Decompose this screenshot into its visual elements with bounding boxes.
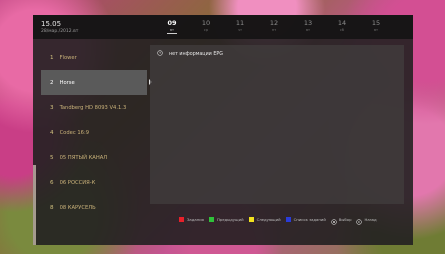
timeline-hour: 09	[167, 19, 177, 27]
timeline-hour: 10	[201, 19, 211, 27]
channel-name: 05 ПЯТЫЙ КАНАЛ	[59, 154, 108, 161]
header-bar: 15.05 28/мар./2012.вт 09 вт 10 ср 11 чт …	[33, 15, 413, 39]
timeline-day: вт	[373, 28, 379, 32]
channel-number: 5	[50, 154, 54, 161]
ok-button-icon	[331, 210, 337, 229]
channel-name: Tandberg HD 8093 V4.1.3	[59, 104, 127, 111]
color-key-legend: Задания Предыдущий Следующий Список зада…	[179, 210, 382, 229]
back-key-label: Назад	[364, 217, 377, 222]
timeline-day: ср	[203, 28, 209, 32]
channel-number: 8	[50, 204, 54, 211]
current-time: 15.05	[41, 20, 62, 28]
ok-key-hint[interactable]: Выбор	[331, 210, 352, 229]
timeline-slot-current[interactable]: 09 вт	[155, 19, 189, 34]
epg-content-area: нет информации EPG	[150, 45, 404, 204]
yellow-key-icon	[248, 217, 254, 222]
epg-guide-panel: 15.05 28/мар./2012.вт 09 вт 10 ср 11 чт …	[33, 15, 413, 245]
channel-name: Flower	[59, 54, 77, 61]
green-key-icon	[208, 217, 214, 222]
timeline-day: вт	[169, 28, 175, 32]
timeline-slot[interactable]: 10 ср	[189, 19, 223, 34]
red-key-icon	[179, 217, 184, 222]
back-key-hint[interactable]: Назад	[356, 210, 377, 229]
red-key-label: Задания	[187, 217, 204, 222]
channel-item[interactable]: 4 Codec 16:9	[41, 120, 147, 145]
timeline-day: чт	[237, 28, 243, 32]
blue-key-label: Список заданий	[293, 217, 326, 222]
channel-number: 3	[50, 104, 54, 111]
channel-number: 2	[50, 79, 54, 86]
blue-key-hint[interactable]: Список заданий	[285, 217, 326, 222]
clock-icon	[157, 50, 163, 58]
timeline-slot[interactable]: 13 вт	[291, 19, 325, 34]
channel-item[interactable]: 3 Tandberg HD 8093 V4.1.3	[41, 95, 147, 120]
timeline-hour: 13	[303, 19, 313, 27]
channel-name: 08 КАРУСЕЛЬ	[59, 204, 96, 211]
channel-list-scrollbar[interactable]	[33, 165, 36, 245]
timeline-hour: 15	[371, 19, 381, 27]
channel-item[interactable]: 1 Flower	[41, 45, 147, 70]
channel-item[interactable]: 6 06 РОССИЯ-К	[41, 170, 147, 195]
timeline-slot[interactable]: 14 сб	[325, 19, 359, 34]
blue-key-icon	[285, 217, 291, 222]
timeline-hour: 14	[337, 19, 347, 27]
epg-message-text: нет информации EPG	[169, 51, 223, 57]
channel-item-selected[interactable]: 2 Horse	[41, 70, 152, 95]
timeline-slot[interactable]: 12 пт	[257, 19, 291, 34]
timeline-day: пт	[271, 28, 277, 32]
channel-item[interactable]: 5 05 ПЯТЫЙ КАНАЛ	[41, 145, 147, 170]
ok-key-label: Выбор	[338, 217, 352, 222]
timeline-day: вт	[305, 28, 311, 32]
channel-list: 1 Flower 2 Horse 3 Tandberg HD 8093 V4.1…	[41, 45, 152, 220]
yellow-key-label: Следующий	[256, 217, 281, 222]
timeline-slot[interactable]: 11 чт	[223, 19, 257, 34]
epg-message: нет информации EPG	[157, 50, 223, 58]
channel-number: 1	[50, 54, 54, 61]
green-key-label: Предыдущий	[216, 217, 244, 222]
timeline-hour: 12	[269, 19, 279, 27]
red-key-hint[interactable]: Задания	[179, 217, 204, 222]
timeline-day: сб	[339, 28, 345, 32]
channel-name: 06 РОССИЯ-К	[59, 179, 96, 186]
back-button-icon	[356, 210, 363, 229]
channel-number: 6	[50, 179, 54, 186]
timeline-hours: 09 вт 10 ср 11 чт 12 пт 13 вт 14 сб 15 в…	[155, 19, 393, 34]
timeline-slot[interactable]: 15 вт	[359, 19, 393, 34]
green-key-hint[interactable]: Предыдущий	[208, 217, 244, 222]
current-date: 28/мар./2012.вт	[41, 29, 79, 34]
channel-number: 4	[50, 129, 54, 136]
channel-item[interactable]: 8 08 КАРУСЕЛЬ	[41, 195, 147, 220]
channel-name: Codec 16:9	[59, 129, 89, 136]
timeline-hour: 11	[235, 19, 245, 27]
yellow-key-hint[interactable]: Следующий	[248, 217, 281, 222]
channel-name: Horse	[59, 79, 75, 86]
